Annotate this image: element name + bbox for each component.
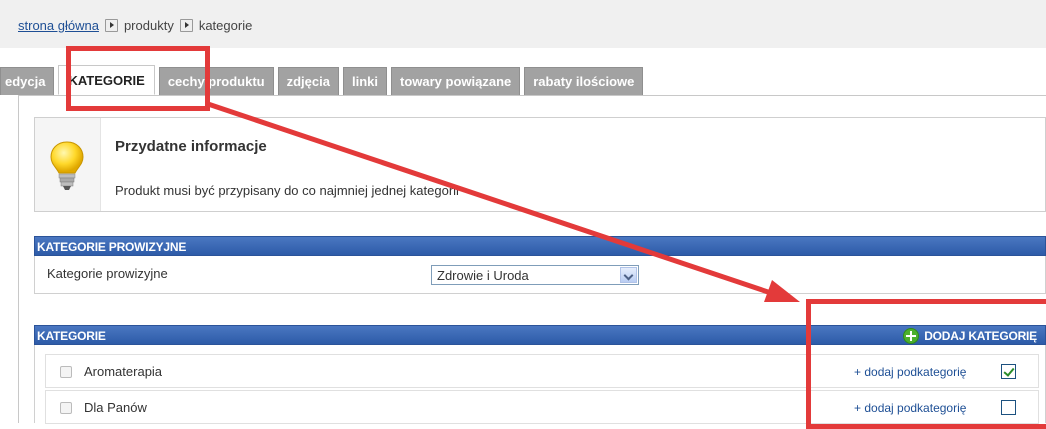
annotation-arrow-icon	[207, 101, 800, 302]
